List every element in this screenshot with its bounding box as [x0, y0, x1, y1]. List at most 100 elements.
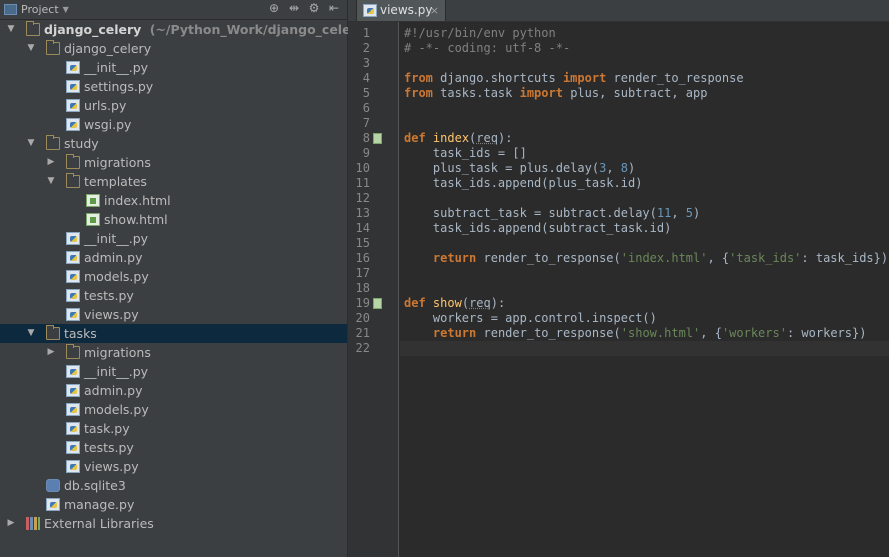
tree-item[interactable]: __init__.py: [0, 229, 347, 248]
code-line[interactable]: [400, 281, 889, 296]
line-number: 16: [355, 251, 370, 265]
python-file-icon: [46, 498, 60, 511]
tree-item[interactable]: models.py: [0, 267, 347, 286]
folder-icon: [66, 344, 80, 359]
tree-item-label: django_celery (~/Python_Work/django_cele…: [44, 22, 371, 37]
code-line[interactable]: # -*- coding: utf-8 -*-: [400, 41, 889, 56]
library-icon: [26, 517, 40, 530]
tree-item[interactable]: tests.py: [0, 286, 347, 305]
bookmark-icon[interactable]: [373, 298, 382, 309]
code-line[interactable]: def show(req):: [400, 296, 889, 311]
split-icon[interactable]: ⇹: [287, 1, 301, 15]
folder-icon: [46, 325, 60, 340]
code-token: req: [469, 296, 491, 310]
collapse-icon[interactable]: ⇤: [327, 1, 341, 15]
code-line[interactable]: from django.shortcuts import render_to_r…: [400, 71, 889, 86]
tree-item[interactable]: tests.py: [0, 438, 347, 457]
collapsed-arrow-icon[interactable]: ▶: [46, 343, 56, 362]
code-line[interactable]: task_ids.append(subtract_task.id): [400, 221, 889, 236]
tree-item[interactable]: ▼ django_celery: [0, 39, 347, 58]
tree-item[interactable]: settings.py: [0, 77, 347, 96]
gear-icon[interactable]: ⚙: [307, 1, 321, 15]
tree-item[interactable]: ▶ migrations: [0, 153, 347, 172]
tree-item[interactable]: admin.py: [0, 248, 347, 267]
python-file-icon: [66, 422, 80, 435]
tree-item[interactable]: ▼ templates: [0, 172, 347, 191]
tree-item[interactable]: ▶ migrations: [0, 343, 347, 362]
tab-views-py[interactable]: views.py ×: [356, 0, 446, 21]
collapsed-arrow-icon[interactable]: ▶: [46, 153, 56, 172]
tree-item[interactable]: ▼ study: [0, 134, 347, 153]
expand-arrow-icon[interactable]: ▼: [26, 39, 36, 58]
tree-item[interactable]: task.py: [0, 419, 347, 438]
code-line[interactable]: [400, 116, 889, 131]
code-line[interactable]: task_ids = []: [400, 146, 889, 161]
line-number: 12: [355, 191, 370, 205]
expand-arrow-icon[interactable]: ▼: [46, 172, 56, 191]
expand-arrow-icon[interactable]: ▼: [6, 20, 16, 39]
code-token: #!/usr/bin/env python: [404, 26, 556, 40]
tree-item-label: migrations: [84, 345, 151, 360]
tree-item[interactable]: ▼ tasks: [0, 324, 347, 343]
close-icon[interactable]: ×: [430, 0, 439, 21]
tree-item[interactable]: ▼ django_celery (~/Python_Work/django_cel…: [0, 20, 371, 39]
line-number: 5: [362, 86, 370, 100]
tree-item[interactable]: admin.py: [0, 381, 347, 400]
code-line[interactable]: [400, 56, 889, 71]
tree-item[interactable]: manage.py: [0, 495, 347, 514]
expand-arrow-icon[interactable]: ▼: [26, 134, 36, 153]
tree-item[interactable]: show.html: [0, 210, 347, 229]
code-line[interactable]: workers = app.control.inspect(): [400, 311, 889, 326]
tree-item-label: db.sqlite3: [64, 478, 126, 493]
code-line[interactable]: from tasks.task import plus, subtract, a…: [400, 86, 889, 101]
project-toolbar: Project ▼ ⊕ ⇹ ⚙ ⇤: [0, 0, 347, 20]
tree-item[interactable]: models.py: [0, 400, 347, 419]
tree-item-label: django_celery: [64, 41, 152, 56]
tree-item[interactable]: db.sqlite3: [0, 476, 347, 495]
code-line[interactable]: [400, 266, 889, 281]
code-line[interactable]: def index(req):: [400, 131, 889, 146]
code-token: render_to_response: [606, 71, 744, 85]
python-file-icon: [66, 441, 80, 454]
code-line[interactable]: [400, 101, 889, 116]
tree-item-label: models.py: [84, 269, 149, 284]
code-line[interactable]: [400, 236, 889, 251]
tree-item[interactable]: views.py: [0, 305, 347, 324]
tree-item[interactable]: wsgi.py: [0, 115, 347, 134]
code-line[interactable]: subtract_task = subtract.delay(11, 5): [400, 206, 889, 221]
code-token: : task_ids}): [801, 251, 889, 265]
tree-item-label: templates: [84, 174, 147, 189]
tab-title: views.py: [380, 3, 433, 17]
tree-item[interactable]: views.py: [0, 457, 347, 476]
line-number: 13: [355, 206, 370, 220]
code-line[interactable]: plus_task = plus.delay(3, 8): [400, 161, 889, 176]
code-token: 'show.html': [620, 326, 701, 340]
code-token: 'task_ids': [729, 251, 802, 265]
bookmark-icon[interactable]: [373, 133, 382, 144]
code-line[interactable]: [400, 191, 889, 206]
code-line[interactable]: task_ids.append(plus_task.id): [400, 176, 889, 191]
editor-tab-bar: views.py ×: [348, 0, 889, 22]
collapsed-arrow-icon[interactable]: ▶: [6, 514, 16, 533]
code-line[interactable]: #!/usr/bin/env python: [400, 26, 889, 41]
tree-item-label: admin.py: [84, 250, 143, 265]
code-token: task_ids.append(subtract_task.id): [404, 221, 672, 235]
code-line[interactable]: [400, 341, 889, 356]
tree-item[interactable]: __init__.py: [0, 58, 347, 77]
expand-arrow-icon[interactable]: ▼: [26, 324, 36, 343]
code-line[interactable]: return render_to_response('index.html', …: [400, 251, 889, 266]
tree-item-label: __init__.py: [84, 364, 149, 379]
tree-item[interactable]: urls.py: [0, 96, 347, 115]
line-number: 20: [355, 311, 370, 325]
tree-item[interactable]: ▶ External Libraries: [0, 514, 347, 533]
tree-item[interactable]: index.html: [0, 191, 347, 210]
project-view-selector[interactable]: Project ▼: [4, 2, 69, 17]
tree-item[interactable]: __init__.py: [0, 362, 347, 381]
code-token: def: [404, 131, 426, 145]
tree-item-label: models.py: [84, 402, 149, 417]
target-icon[interactable]: ⊕: [267, 1, 281, 15]
code-line[interactable]: return render_to_response('show.html', {…: [400, 326, 889, 341]
